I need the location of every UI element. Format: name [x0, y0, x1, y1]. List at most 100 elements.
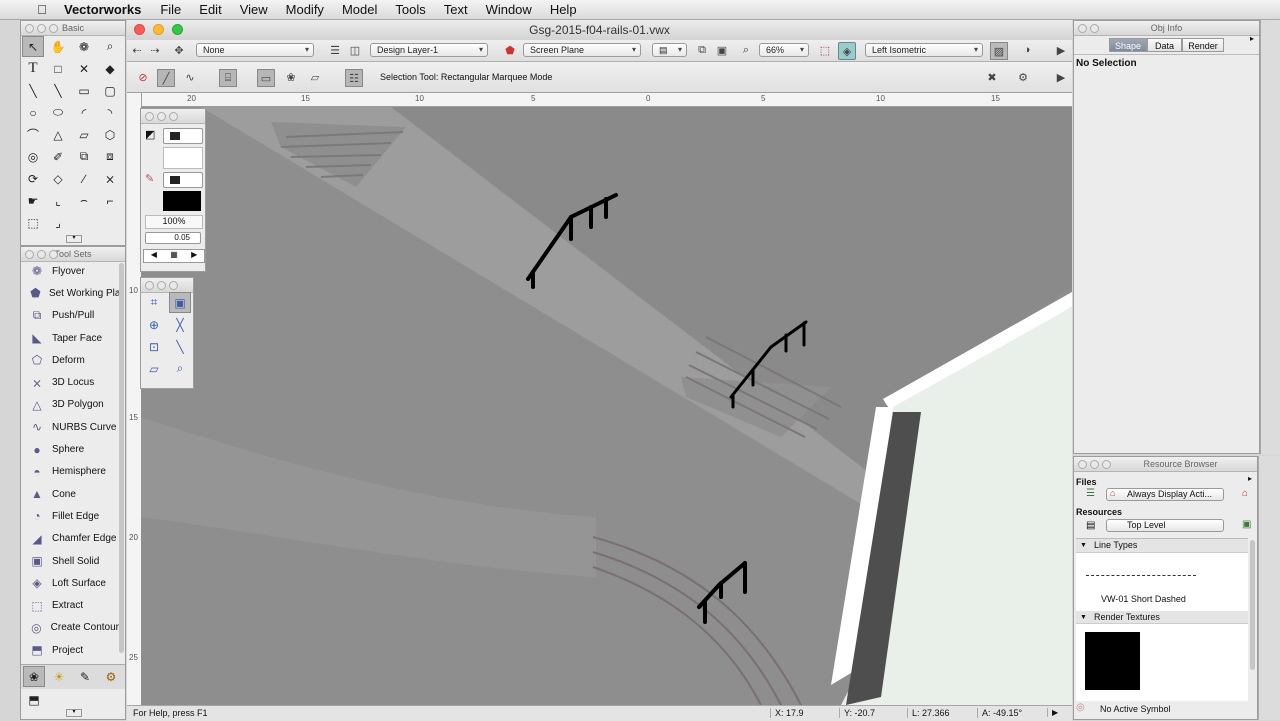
- rotate-tool-icon[interactable]: ⟳: [22, 168, 44, 189]
- line-type-preview[interactable]: [1086, 575, 1196, 576]
- circle-tool-icon[interactable]: ○: [22, 102, 44, 123]
- trim-tool-icon[interactable]: ⌐: [99, 190, 121, 211]
- site-planning-toolset-icon[interactable]: ⬒: [23, 689, 45, 710]
- files-select[interactable]: Always Display Acti...: [1106, 488, 1224, 501]
- app-menu[interactable]: Vectorworks: [64, 2, 141, 17]
- new-folder-icon[interactable]: ▣: [1242, 519, 1251, 530]
- menu-file[interactable]: File: [160, 2, 181, 17]
- plane-select[interactable]: Screen Plane: [523, 43, 641, 57]
- toolset-item[interactable]: ▣ Shell Solid: [21, 550, 119, 572]
- rectangle-tool-icon[interactable]: ▭: [73, 80, 95, 101]
- saved-views-icon[interactable]: ▨: [990, 42, 1008, 60]
- clip-tool-icon[interactable]: ⧈: [99, 146, 121, 167]
- layers-icon[interactable]: ☰: [327, 42, 343, 58]
- render-mode-icon[interactable]: ◈: [838, 42, 856, 60]
- menu-help[interactable]: Help: [550, 2, 577, 17]
- smart-edge-icon[interactable]: ╲: [169, 336, 191, 357]
- fill-color-swatch[interactable]: [163, 147, 203, 169]
- section-render-textures[interactable]: ▼ Render Textures: [1076, 611, 1248, 624]
- toolsets-scrollbar[interactable]: [119, 263, 124, 653]
- offset-tool-icon[interactable]: ∕: [73, 168, 95, 189]
- plane-icon[interactable]: ⬟: [502, 42, 518, 58]
- interactive-scaling-icon[interactable]: ╱: [157, 69, 175, 87]
- toolset-item[interactable]: ⬠ Deform: [21, 349, 119, 371]
- opacity-field[interactable]: 100%: [145, 215, 203, 229]
- toolset-item[interactable]: △ 3D Polygon: [21, 394, 119, 416]
- visualization-toolset-icon[interactable]: ☀: [48, 666, 70, 687]
- toolset-item[interactable]: ● Sphere: [21, 438, 119, 460]
- fit-to-objects-icon[interactable]: ⧉: [694, 42, 710, 58]
- sheet-select[interactable]: ▤: [652, 43, 687, 57]
- menu-modify[interactable]: Modify: [286, 2, 324, 17]
- menu-view[interactable]: View: [240, 2, 268, 17]
- view-select[interactable]: Left Isometric: [865, 43, 983, 57]
- toolset-item[interactable]: ⧉ Push/Pull: [21, 305, 119, 327]
- rectangular-marquee-icon[interactable]: ▭: [257, 69, 275, 87]
- render-options-icon[interactable]: ◑: [1019, 42, 1035, 58]
- snap-to-distance-icon[interactable]: ⊡: [143, 336, 165, 357]
- zoom-icon[interactable]: ⌕: [738, 42, 754, 58]
- tab-data[interactable]: Data: [1147, 38, 1182, 52]
- layer-visibility-icon[interactable]: ◫: [347, 42, 363, 58]
- toolset-item[interactable]: ⬟ Set Working Plane: [21, 282, 119, 304]
- locus-tool-icon[interactable]: ✕: [73, 58, 95, 79]
- tab-shape[interactable]: Shape: [1109, 38, 1147, 52]
- split-tool-icon[interactable]: ⨯: [99, 168, 121, 189]
- selection-preferences-icon[interactable]: ☷: [345, 69, 363, 87]
- lasso-marquee-icon[interactable]: ❀: [283, 69, 299, 85]
- dims-notes-toolset-icon[interactable]: ✎: [74, 666, 96, 687]
- regular-polygon-tool-icon[interactable]: ⬡: [99, 124, 121, 145]
- resize-tool-icon[interactable]: ⧉: [73, 146, 95, 167]
- layer-select[interactable]: Design Layer-1: [370, 43, 488, 57]
- smart-points-icon[interactable]: ╳: [169, 314, 191, 335]
- toolset-item[interactable]: ⬚ Extract: [21, 594, 119, 616]
- mirror-reshape-icon[interactable]: ☛: [22, 190, 44, 211]
- status-scroll-icon[interactable]: ▶: [1047, 708, 1074, 717]
- menu-window[interactable]: Window: [486, 2, 532, 17]
- pen-style-select[interactable]: [163, 172, 203, 188]
- 3d-modeling-toolset-icon[interactable]: ❀: [23, 666, 45, 687]
- snap-to-surface-icon[interactable]: ⌕: [169, 358, 191, 379]
- resource-browser-menu-icon[interactable]: ▸: [1248, 474, 1252, 483]
- render-texture-thumbnail[interactable]: [1085, 632, 1140, 690]
- fill-style-select[interactable]: [163, 128, 203, 144]
- zoom-fit-icon[interactable]: ▣: [714, 42, 730, 58]
- spiral-tool-icon[interactable]: ◎: [22, 146, 44, 167]
- polyline-tool-icon[interactable]: △: [47, 124, 69, 145]
- rounded-rect-tool-icon[interactable]: ▢: [99, 80, 121, 101]
- file-library-icon[interactable]: ☰: [1086, 488, 1095, 499]
- eyedropper-tool-icon[interactable]: ✐: [47, 146, 69, 167]
- line-tool-icon[interactable]: ╲: [22, 80, 44, 101]
- menu-edit[interactable]: Edit: [199, 2, 221, 17]
- reshape-tool-icon[interactable]: ⬚: [22, 212, 44, 233]
- forward-icon[interactable]: ⇢: [147, 42, 163, 58]
- polygon-tool-icon[interactable]: ▱: [73, 124, 95, 145]
- view-cube-icon[interactable]: ⬚: [817, 42, 833, 58]
- zoom-select[interactable]: 66%: [759, 43, 809, 57]
- resources-select[interactable]: Top Level: [1106, 519, 1224, 532]
- text-tool-icon[interactable]: T: [22, 58, 44, 79]
- menu-tools[interactable]: Tools: [395, 2, 425, 17]
- snap-to-angle-icon[interactable]: ⊕: [143, 314, 165, 335]
- freehand-tool-icon[interactable]: ⌒: [22, 124, 44, 145]
- pen-color-swatch[interactable]: [163, 191, 201, 211]
- viewbar-overflow-icon[interactable]: ▶: [1053, 42, 1069, 58]
- toolset-item[interactable]: ▲ Cone: [21, 483, 119, 505]
- toolset-item[interactable]: ◢ Chamfer Edge: [21, 528, 119, 550]
- back-icon[interactable]: ⇠: [129, 42, 145, 58]
- menu-text[interactable]: Text: [444, 2, 468, 17]
- snap-to-object-icon[interactable]: ▣: [169, 292, 191, 313]
- toolset-item[interactable]: ❁ Flyover: [21, 260, 119, 282]
- selection-tool-icon[interactable]: ↖: [22, 36, 44, 57]
- line-weight-select[interactable]: 0.05: [145, 232, 201, 244]
- toolset-item[interactable]: ◈ Loft Surface: [21, 572, 119, 594]
- toolset-item[interactable]: ⨯ 3D Locus: [21, 371, 119, 393]
- class-select[interactable]: None: [196, 43, 314, 57]
- connect-tool-icon[interactable]: ⌢: [73, 190, 95, 211]
- arc-tool-icon[interactable]: ◜: [73, 102, 95, 123]
- multiple-reshape-icon[interactable]: ⌸: [219, 69, 237, 87]
- section-line-types[interactable]: ▼ Line Types: [1076, 539, 1248, 553]
- quarter-arc-tool-icon[interactable]: ◝: [99, 102, 121, 123]
- snap-to-tangent-icon[interactable]: ▱: [143, 358, 165, 379]
- toolset-item[interactable]: ◎ Create Contours: [21, 617, 119, 639]
